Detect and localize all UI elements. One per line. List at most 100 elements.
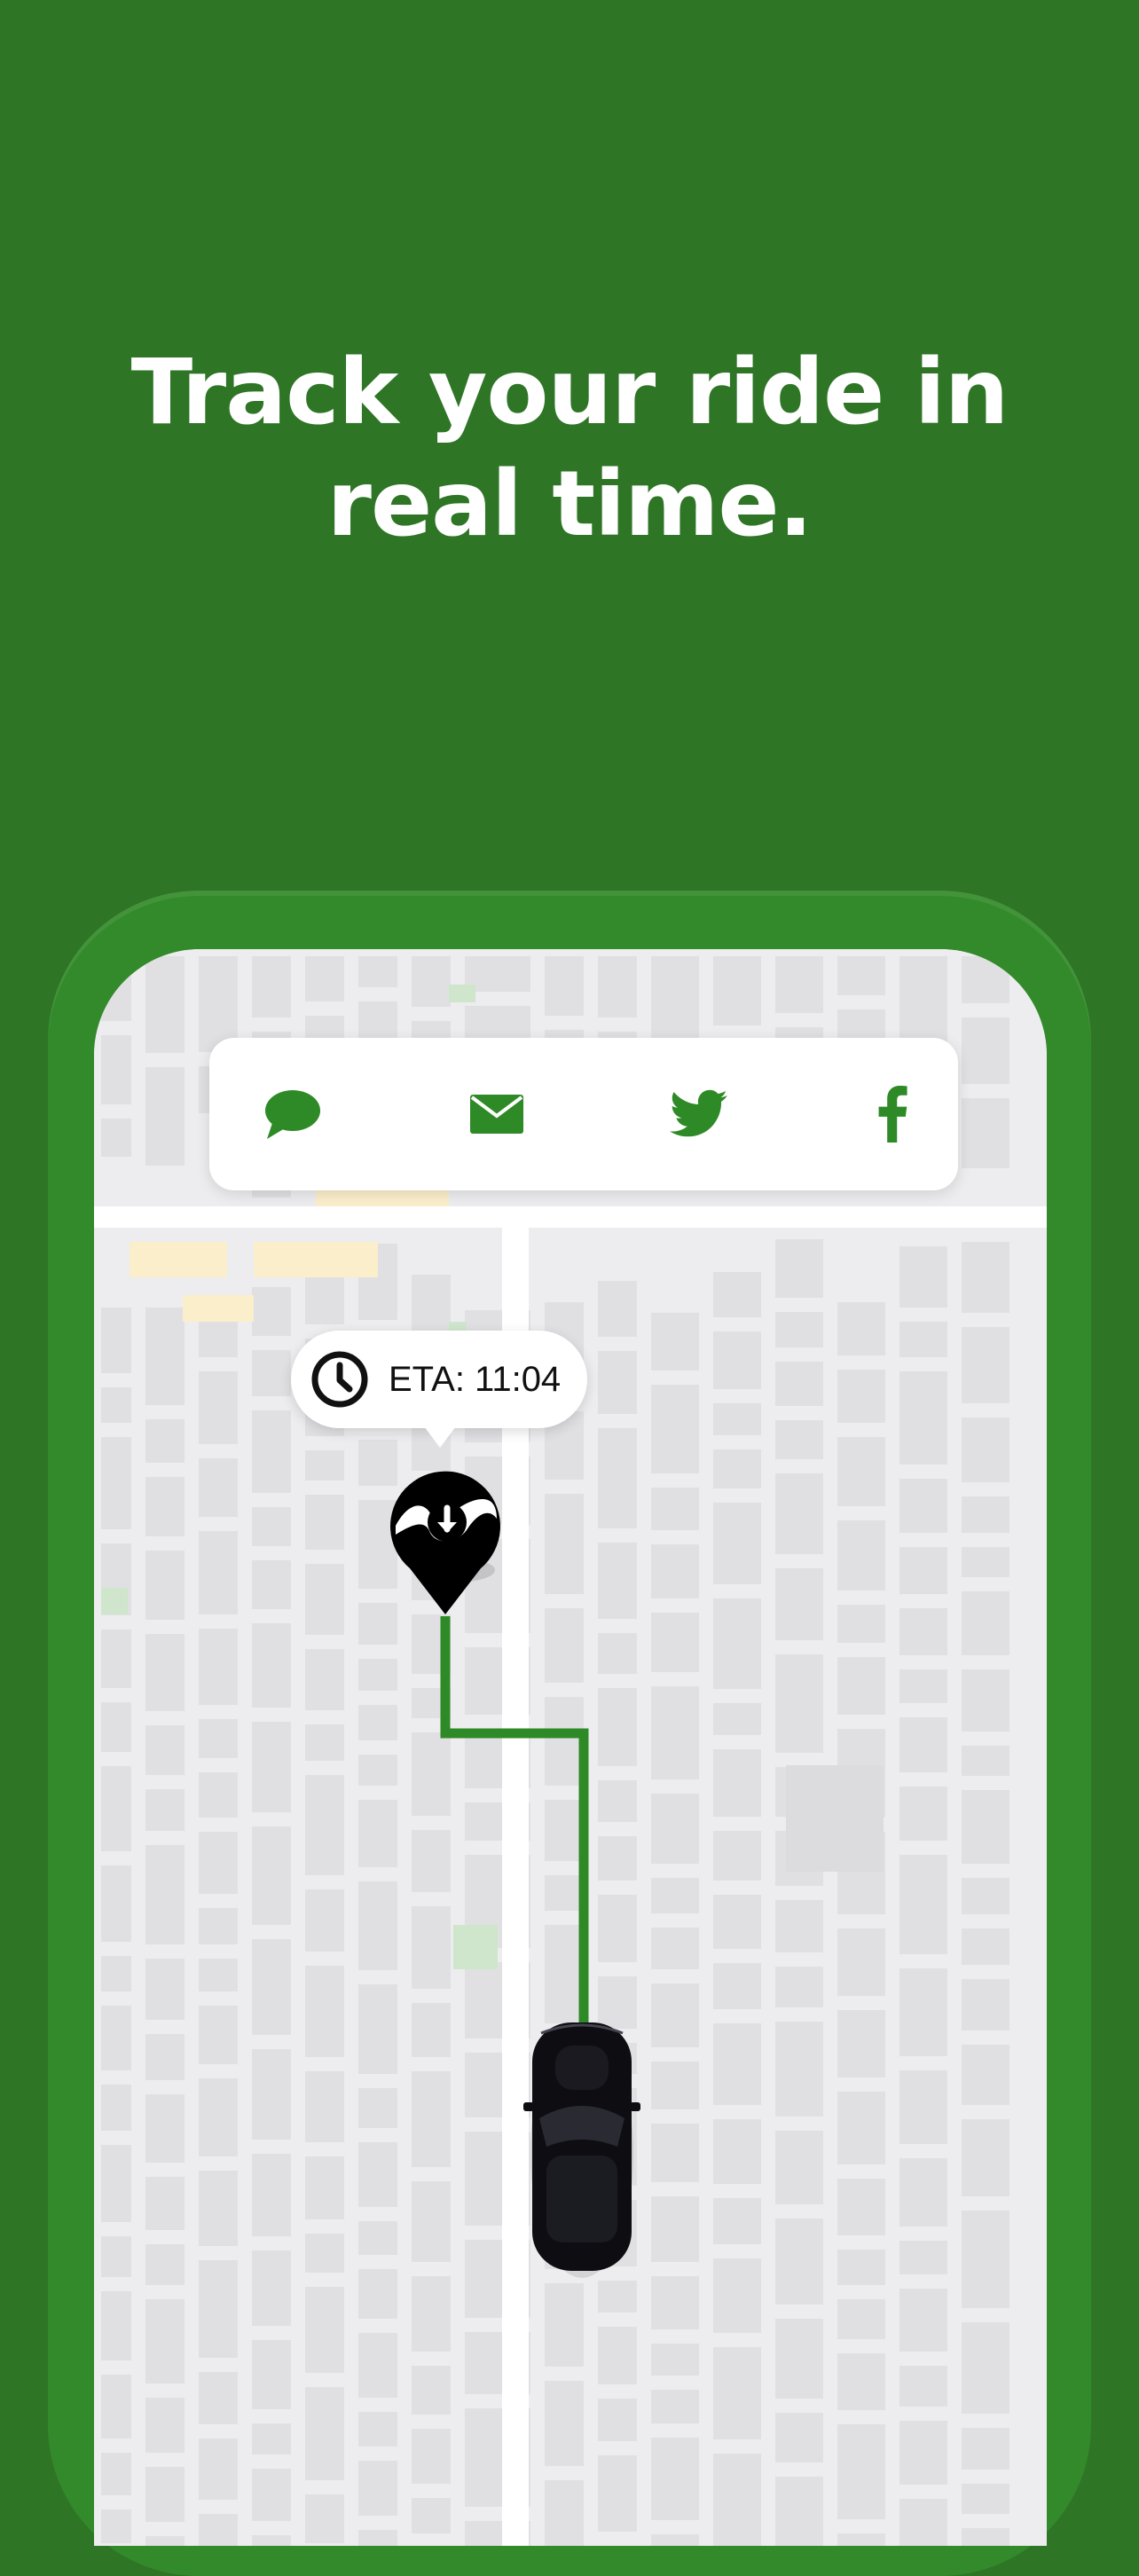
share-facebook-button[interactable] bbox=[853, 1075, 931, 1153]
map-block bbox=[358, 1984, 397, 2074]
headline-line-2: real time. bbox=[326, 452, 813, 557]
map-block bbox=[545, 1697, 584, 1786]
facebook-f-icon bbox=[878, 1086, 907, 1143]
share-email-button[interactable] bbox=[458, 1075, 536, 1153]
map-block bbox=[899, 1669, 947, 1703]
destination-pin[interactable] bbox=[383, 1464, 507, 1614]
map-block bbox=[651, 1983, 699, 2047]
map-block bbox=[252, 956, 291, 1017]
map-block bbox=[837, 1657, 885, 1715]
map-block bbox=[713, 1272, 761, 1317]
map-block bbox=[199, 1371, 238, 1444]
map-block bbox=[962, 1928, 1009, 1965]
map-block bbox=[962, 1327, 1009, 1403]
twitter-bird-icon bbox=[670, 1089, 727, 1137]
map-block bbox=[713, 2258, 761, 2333]
map-block bbox=[412, 2181, 451, 2262]
map-block bbox=[199, 2006, 238, 2064]
map-block bbox=[651, 2534, 699, 2546]
map-block bbox=[101, 2291, 131, 2360]
map-block bbox=[412, 1732, 451, 1816]
map-block bbox=[713, 1895, 761, 1949]
map-block bbox=[305, 1564, 344, 1635]
map-block bbox=[837, 956, 885, 995]
map-area bbox=[449, 985, 475, 1002]
headline: Track your ride in real time. bbox=[0, 337, 1139, 561]
map-block bbox=[358, 2088, 397, 2128]
map-block bbox=[145, 1725, 185, 1775]
map-block bbox=[837, 2250, 885, 2285]
map-block bbox=[713, 956, 761, 1025]
map-screen[interactable]: ETA: 11:04 bbox=[94, 949, 1047, 2546]
map-block bbox=[199, 2514, 238, 2546]
map-block bbox=[145, 1067, 185, 1166]
map-block bbox=[465, 1006, 530, 1041]
map-block bbox=[305, 1495, 344, 1550]
map-block bbox=[775, 1362, 823, 1406]
headline-line-1: Track your ride in bbox=[130, 340, 1009, 445]
map-block bbox=[412, 2366, 451, 2415]
map-block bbox=[899, 2158, 947, 2227]
map-block bbox=[713, 1703, 761, 1735]
map-block bbox=[101, 1865, 131, 1942]
map-area bbox=[130, 1242, 227, 1277]
map-block bbox=[713, 2347, 761, 2439]
map-block bbox=[199, 2078, 238, 2156]
map-block bbox=[837, 2424, 885, 2519]
map-block bbox=[358, 2461, 397, 2516]
map-block bbox=[713, 2454, 761, 2546]
map-area bbox=[101, 1588, 128, 1614]
map-block bbox=[101, 956, 131, 1021]
share-message-button[interactable] bbox=[254, 1075, 332, 1153]
map-block bbox=[962, 2119, 1009, 2196]
map-block bbox=[775, 1900, 823, 1952]
map-block bbox=[651, 1544, 699, 1598]
map-block bbox=[101, 1702, 131, 1752]
map-block bbox=[899, 2366, 947, 2407]
share-twitter-button[interactable] bbox=[660, 1075, 738, 1153]
map-block bbox=[252, 2423, 291, 2454]
map-block bbox=[101, 2006, 131, 2070]
map-block bbox=[358, 1800, 397, 1867]
map-block bbox=[358, 1755, 397, 1786]
map-block bbox=[252, 1826, 291, 1925]
map-block bbox=[962, 1790, 1009, 1864]
map-block bbox=[252, 1287, 291, 1336]
map-block bbox=[305, 1889, 344, 1952]
map-block bbox=[962, 1242, 1009, 1313]
map-block bbox=[962, 1098, 1009, 1168]
map-block bbox=[651, 2196, 699, 2262]
map-block bbox=[837, 2179, 885, 2235]
map-block bbox=[651, 2344, 699, 2376]
map-block bbox=[837, 1437, 885, 1506]
map-block bbox=[651, 956, 699, 1039]
map-block bbox=[305, 2071, 344, 2142]
map-block bbox=[775, 2413, 823, 2462]
map-block bbox=[145, 1789, 185, 1831]
map-block bbox=[252, 1722, 291, 1812]
map-block bbox=[651, 1488, 699, 1530]
map-block bbox=[101, 1308, 131, 1373]
map-block bbox=[412, 956, 451, 1007]
map-block bbox=[775, 1967, 823, 2007]
map-block bbox=[775, 2022, 823, 2117]
map-block bbox=[545, 2283, 584, 2367]
map-block bbox=[199, 1531, 238, 1614]
map-block bbox=[545, 1925, 584, 2023]
map-block bbox=[358, 956, 397, 987]
map-block bbox=[412, 1906, 451, 1989]
map-block bbox=[598, 2455, 637, 2532]
map-block bbox=[412, 2498, 451, 2533]
map-block bbox=[899, 1547, 947, 1594]
map-block bbox=[651, 1878, 699, 1913]
map-block bbox=[598, 1281, 637, 1337]
map-block bbox=[101, 1956, 131, 1991]
map-block bbox=[412, 1830, 451, 1892]
map-block bbox=[199, 2171, 238, 2246]
map-block bbox=[837, 2533, 885, 2546]
map-block bbox=[651, 1385, 699, 1473]
map-block bbox=[145, 2244, 185, 2285]
map-area bbox=[453, 1925, 498, 1969]
map-block bbox=[252, 2469, 291, 2521]
map-block bbox=[598, 1780, 637, 1822]
